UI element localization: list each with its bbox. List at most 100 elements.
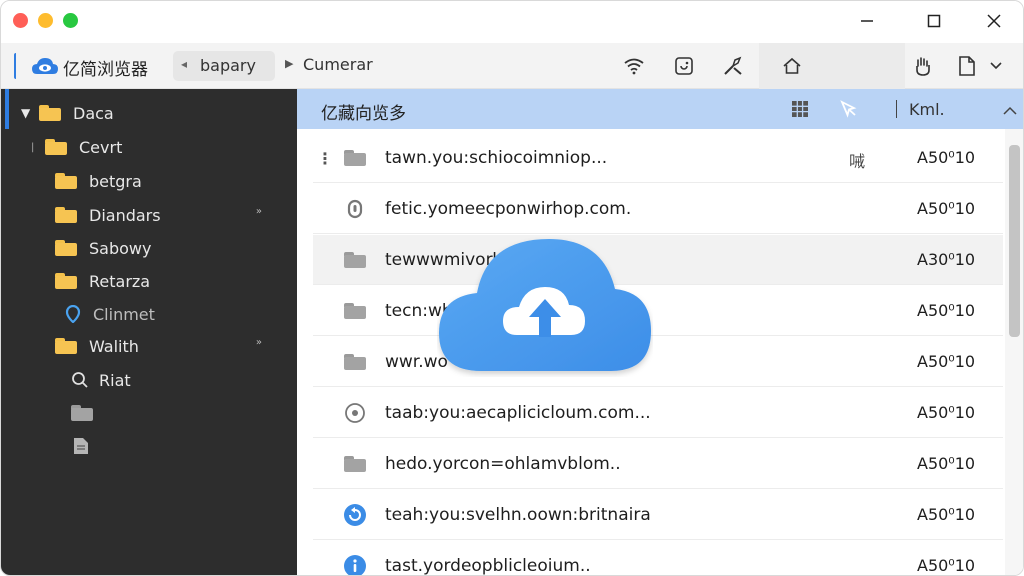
search-icon bbox=[71, 371, 91, 389]
column-header-size[interactable]: Kml. bbox=[909, 100, 945, 119]
folder-icon bbox=[342, 352, 368, 372]
list-header: 亿藏向览多 Kml. bbox=[297, 89, 1023, 129]
folder-icon bbox=[45, 138, 69, 156]
item-name: tast.yordeopblicleoium.. bbox=[385, 556, 591, 576]
tools-button[interactable] bbox=[721, 54, 745, 78]
folder-icon bbox=[55, 272, 79, 290]
close-button[interactable] bbox=[971, 7, 1017, 35]
list-item[interactable]: tast.yordeopblicleoium.. A50⁰10 bbox=[313, 541, 1003, 576]
home-icon bbox=[783, 57, 801, 74]
sidebar-item-walith[interactable]: Walith » bbox=[55, 331, 285, 361]
expand-chevron-icon[interactable]: » bbox=[256, 206, 262, 217]
cursor-icon bbox=[840, 100, 857, 118]
sidebar-item-label: Diandars bbox=[89, 205, 161, 225]
refresh-icon bbox=[342, 504, 368, 526]
sidebar: ▼ Daca | Cevrt betgra Diandars » Sabowy … bbox=[1, 89, 297, 575]
capture-button[interactable] bbox=[672, 54, 696, 78]
list-item[interactable]: hedo.yorcon=ohlamvblom.. A50⁰10 bbox=[313, 439, 1003, 489]
scrollbar-thumb[interactable] bbox=[1009, 145, 1020, 337]
item-size: A50⁰10 bbox=[917, 556, 976, 575]
sidebar-item-label: betgra bbox=[89, 171, 142, 191]
minimize-button[interactable] bbox=[844, 7, 890, 35]
vertical-scrollbar[interactable] bbox=[1005, 129, 1023, 575]
folder-icon bbox=[55, 206, 79, 224]
folder-icon bbox=[342, 148, 368, 168]
grid-icon bbox=[792, 101, 808, 117]
breadcrumb-separator-icon: ▶ bbox=[285, 57, 294, 70]
zoom-dot-button[interactable] bbox=[63, 13, 78, 28]
list-title: 亿藏向览多 bbox=[321, 104, 406, 124]
chevron-up-icon bbox=[1003, 106, 1017, 115]
item-size: A50⁰10 bbox=[917, 454, 976, 473]
item-name: teah:you:svelhn.oown:britnaira bbox=[385, 505, 651, 525]
maximize-button[interactable] bbox=[911, 7, 957, 35]
sidebar-item-retarza[interactable]: Retarza bbox=[55, 266, 150, 296]
browser-window: 亿简浏览器 ◂ bapary ▶ Cumerar ▼ Daca | Cevrt … bbox=[0, 0, 1024, 576]
sidebar-item-clinmet[interactable]: Clinmet bbox=[65, 299, 155, 329]
sidebar-item-label: Sabowy bbox=[89, 238, 152, 258]
capture-icon bbox=[675, 57, 693, 75]
sidebar-item-riat[interactable]: Riat bbox=[71, 365, 131, 395]
wifi-button[interactable] bbox=[622, 54, 646, 78]
chip-arrow-icon: ◂ bbox=[181, 57, 188, 71]
list-item[interactable]: tecn:wh A50⁰10 bbox=[313, 286, 1003, 336]
folder-icon bbox=[55, 239, 79, 257]
minimize-dot-button[interactable] bbox=[38, 13, 53, 28]
item-name: tawn.you:schiocoimniop... bbox=[385, 148, 608, 168]
tools-icon bbox=[724, 56, 742, 75]
item-size: A50⁰10 bbox=[917, 301, 976, 320]
maximize-icon bbox=[927, 14, 941, 28]
toolbar: 亿简浏览器 ◂ bapary ▶ Cumerar bbox=[1, 43, 1023, 89]
sidebar-item-label: Clinmet bbox=[93, 304, 155, 324]
document-icon bbox=[73, 437, 97, 455]
sidebar-item-sabowy[interactable]: Sabowy bbox=[55, 233, 151, 263]
collapse-button[interactable] bbox=[1003, 101, 1017, 120]
close-dot-button[interactable] bbox=[13, 13, 28, 28]
menu-dropdown-button[interactable] bbox=[985, 54, 1007, 78]
breadcrumb-chip[interactable]: ◂ bapary bbox=[173, 51, 275, 81]
list-item[interactable]: wwr.wo A50⁰10 bbox=[313, 337, 1003, 387]
header-divider bbox=[896, 100, 897, 118]
item-size: A30⁰10 bbox=[917, 250, 976, 269]
minimize-icon bbox=[861, 20, 873, 22]
toolbar-accent-bar bbox=[14, 53, 18, 79]
list-item[interactable]: ⋮ tawn.you:schiocoimniop... 㖑 A50⁰10 bbox=[313, 133, 1003, 183]
sidebar-item-diandars[interactable]: Diandars » bbox=[55, 200, 285, 230]
sidebar-item-label: Riat bbox=[99, 370, 131, 390]
list-item[interactable]: fetic.yomeecponwirhop.com. A50⁰10 bbox=[313, 184, 1003, 234]
grid-view-button[interactable] bbox=[789, 99, 811, 119]
title-bar bbox=[1, 1, 1023, 43]
list-item[interactable]: tewwwmivorhol... A30⁰10 bbox=[313, 235, 1003, 285]
sidebar-item-document[interactable] bbox=[73, 431, 107, 461]
sidebar-item-label: Retarza bbox=[89, 271, 151, 291]
item-size: A50⁰10 bbox=[917, 148, 976, 167]
breadcrumb-current[interactable]: Cumerar bbox=[303, 55, 373, 74]
cursor-select-button[interactable] bbox=[838, 99, 860, 119]
item-size: A50⁰10 bbox=[917, 352, 976, 371]
sidebar-item-betgra[interactable]: betgra bbox=[55, 166, 142, 196]
clock-icon bbox=[342, 403, 368, 423]
folder-icon bbox=[71, 404, 95, 422]
document-button[interactable] bbox=[955, 54, 979, 78]
list-item[interactable]: teah:you:svelhn.oown:britnaira A50⁰10 bbox=[313, 490, 1003, 540]
sidebar-item-cevrt[interactable]: | Cevrt bbox=[31, 132, 122, 162]
sidebar-selection-indicator bbox=[5, 89, 9, 129]
more-options-icon[interactable]: ⋮ bbox=[317, 149, 333, 168]
home-button[interactable] bbox=[780, 54, 804, 78]
folder-icon bbox=[55, 172, 79, 190]
sidebar-item-daca[interactable]: ▼ Daca bbox=[21, 98, 114, 128]
app-title: 亿简浏览器 bbox=[63, 60, 148, 80]
info-icon bbox=[342, 555, 368, 575]
list-item[interactable]: taab:you:aecaplicicloum.com... A50⁰10 bbox=[313, 388, 1003, 438]
item-size: A50⁰10 bbox=[917, 403, 976, 422]
expand-chevron-icon[interactable]: » bbox=[256, 337, 262, 348]
caret-down-icon[interactable]: ▼ bbox=[21, 106, 39, 120]
item-name: fetic.yomeecponwirhop.com. bbox=[385, 199, 632, 219]
hand-button[interactable] bbox=[911, 54, 935, 78]
item-badge: 㖑 bbox=[849, 152, 866, 171]
sidebar-item-folder[interactable] bbox=[71, 398, 105, 428]
cloud-upload-icon[interactable] bbox=[437, 237, 653, 377]
folder-icon bbox=[342, 301, 368, 321]
chevron-down-icon bbox=[990, 62, 1002, 70]
item-name: taab:you:aecaplicicloum.com... bbox=[385, 403, 651, 423]
